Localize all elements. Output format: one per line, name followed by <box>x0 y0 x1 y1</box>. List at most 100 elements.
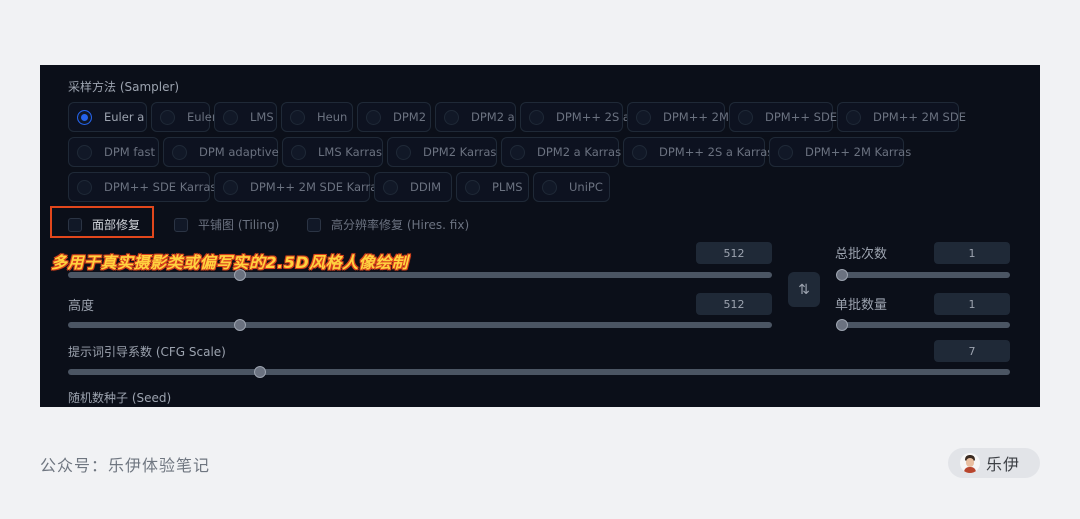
sampler-option-dpmpp-sde[interactable]: DPM++ SDE <box>729 102 837 132</box>
sampler-option-dpm2-a[interactable]: DPM2 a <box>435 102 516 132</box>
face-restore-label: 面部修复 <box>92 218 141 232</box>
height-label: 高度 <box>68 299 95 314</box>
face-restore-checkbox[interactable]: 面部修复 <box>68 216 140 233</box>
txt2img-settings-panel: 采样方法 (Sampler) Euler a Euler LMS Heun DP… <box>40 65 1040 407</box>
sampler-option-label: DDIM <box>410 180 442 194</box>
sampler-option-label: LMS <box>250 110 274 124</box>
sampler-option-label: DPM adaptive <box>199 145 279 159</box>
sampler-option-dpmpp-2s-a[interactable]: DPM++ 2S a <box>520 102 630 132</box>
radio-dot-icon <box>542 179 557 195</box>
radio-dot-icon <box>778 144 793 160</box>
avatar <box>960 453 980 473</box>
sampler-option-dpmpp-2m-karras[interactable]: DPM++ 2M Karras <box>769 137 911 167</box>
sampler-option-label: Euler <box>187 110 217 124</box>
swap-dimensions-button[interactable]: ⇅ <box>788 272 820 307</box>
sampler-row-3: DPM++ SDE Karras DPM++ 2M SDE Karras DDI… <box>68 172 610 202</box>
sampler-option-label: DPM++ 2M <box>663 110 729 124</box>
sampler-option-label: Euler a <box>104 110 145 124</box>
sampler-option-label: LMS Karras <box>318 145 382 159</box>
sampler-option-dpm2[interactable]: DPM2 <box>357 102 431 132</box>
radio-dot-icon <box>396 144 411 160</box>
seed-label: 随机数种子 (Seed) <box>68 391 172 405</box>
cfg-scale-slider-thumb[interactable] <box>254 366 266 378</box>
sampler-option-dpm-fast[interactable]: DPM fast <box>68 137 159 167</box>
sampler-option-dpm2-a-karras[interactable]: DPM2 a Karras <box>501 137 622 167</box>
sampler-option-plms[interactable]: PLMS <box>456 172 529 202</box>
radio-dot-icon <box>223 179 238 195</box>
sampler-label: 采样方法 (Sampler) <box>68 80 180 94</box>
sampler-option-label: DPM++ 2S a <box>556 110 630 124</box>
tiling-checkbox[interactable]: 平铺图 (Tiling) <box>174 216 279 233</box>
sampler-option-label: DPM++ 2M SDE Karras <box>250 180 384 194</box>
author-name: 乐伊 <box>986 455 1021 474</box>
sampler-option-label: DPM2 <box>393 110 427 124</box>
radio-dot-icon <box>77 144 92 160</box>
sampler-option-euler-a[interactable]: Euler a <box>68 102 147 132</box>
sampler-option-label: DPM fast <box>104 145 155 159</box>
checkbox-icon <box>307 217 321 232</box>
hires-fix-label: 高分辨率修复 (Hires. fix) <box>331 218 470 232</box>
radio-dot-icon <box>738 109 753 125</box>
sampler-option-label: UniPC <box>569 180 603 194</box>
width-value-input[interactable]: 512 <box>696 242 772 264</box>
radio-dot-icon <box>529 109 544 125</box>
radio-dot-icon <box>636 109 651 125</box>
sampler-row-2: DPM fast DPM adaptive LMS Karras DPM2 Ka… <box>68 137 911 167</box>
batch-count-input[interactable]: 1 <box>934 242 1010 264</box>
sampler-option-dpmpp-2m-sde-karras[interactable]: DPM++ 2M SDE Karras <box>214 172 383 202</box>
sampler-option-unipc[interactable]: UniPC <box>533 172 610 202</box>
sampler-option-dpm-adaptive[interactable]: DPM adaptive <box>163 137 279 167</box>
sampler-option-label: Heun <box>317 110 348 124</box>
radio-dot-icon <box>172 144 187 160</box>
swap-arrows-icon: ⇅ <box>798 281 810 298</box>
cfg-scale-slider-track[interactable] <box>68 369 1010 375</box>
sampler-option-label: PLMS <box>492 180 523 194</box>
sampler-option-label: DPM++ SDE <box>765 110 838 124</box>
sampler-option-lms-karras[interactable]: LMS Karras <box>282 137 383 167</box>
sampler-option-ddim[interactable]: DDIM <box>374 172 452 202</box>
sampler-option-lms[interactable]: LMS <box>214 102 277 132</box>
batch-size-slider-thumb[interactable] <box>836 319 848 331</box>
radio-dot-icon <box>291 144 306 160</box>
annotation-caption: 多用于真实摄影类或偏写实的2.5D风格人像绘制 <box>51 253 409 272</box>
height-slider-track[interactable] <box>68 322 772 328</box>
batch-size-input[interactable]: 1 <box>934 293 1010 315</box>
sampler-option-euler[interactable]: Euler <box>151 102 217 132</box>
radio-dot-icon <box>510 144 525 160</box>
sampler-option-dpmpp-2m[interactable]: DPM++ 2M <box>627 102 729 132</box>
radio-dot-icon <box>366 109 381 125</box>
cfg-scale-input[interactable]: 7 <box>934 340 1010 362</box>
footer-account-text: 公众号：乐伊体验笔记 <box>40 456 211 475</box>
sampler-option-dpm2-karras[interactable]: DPM2 Karras <box>387 137 497 167</box>
radio-dot-icon <box>632 144 647 160</box>
height-value-input[interactable]: 512 <box>696 293 772 315</box>
batch-count-label: 总批次数 <box>835 247 888 262</box>
sampler-option-label: DPM++ 2S a Karras <box>659 145 774 159</box>
sampler-option-heun[interactable]: Heun <box>281 102 353 132</box>
sampler-option-dpmpp-2m-sde[interactable]: DPM++ 2M SDE <box>837 102 966 132</box>
sampler-option-label: DPM++ SDE Karras <box>104 180 217 194</box>
sampler-option-label: DPM++ 2M Karras <box>805 145 912 159</box>
radio-dot-icon <box>444 109 459 125</box>
sampler-row-1: Euler a Euler LMS Heun DPM2 DPM2 a DPM++… <box>68 102 966 132</box>
sampler-option-label: DPM2 Karras <box>423 145 497 159</box>
sampler-option-label: DPM2 a Karras <box>537 145 622 159</box>
sampler-option-dpmpp-2s-a-karras[interactable]: DPM++ 2S a Karras <box>623 137 773 167</box>
batch-size-label: 单批数量 <box>835 298 888 313</box>
radio-dot-icon <box>383 179 398 195</box>
batch-count-slider-track[interactable] <box>836 272 1010 278</box>
sampler-option-label: DPM++ 2M SDE <box>873 110 966 124</box>
sampler-option-label: DPM2 a <box>471 110 515 124</box>
checkbox-icon <box>68 217 82 232</box>
author-badge: 乐伊 <box>948 448 1040 478</box>
batch-size-slider-track[interactable] <box>836 322 1010 328</box>
batch-count-slider-thumb[interactable] <box>836 269 848 281</box>
checkbox-icon <box>174 217 188 232</box>
radio-dot-icon <box>465 179 480 195</box>
radio-dot-icon <box>77 179 92 195</box>
radio-dot-icon <box>77 109 92 125</box>
height-slider-thumb[interactable] <box>234 319 247 331</box>
cfg-scale-label: 提示词引导系数 (CFG Scale) <box>68 345 226 359</box>
hires-fix-checkbox[interactable]: 高分辨率修复 (Hires. fix) <box>307 216 469 233</box>
sampler-option-dpmpp-sde-karras[interactable]: DPM++ SDE Karras <box>68 172 216 202</box>
